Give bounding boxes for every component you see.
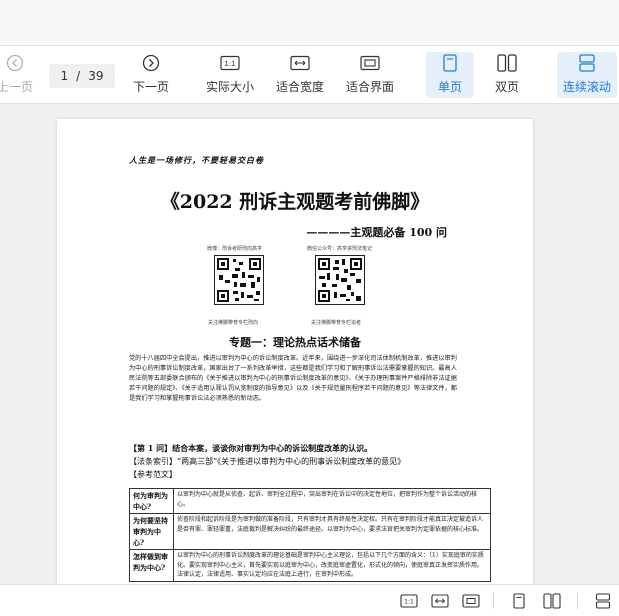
svg-text:1:1: 1:1 [404, 599, 414, 606]
reference-label: 【参考范文】 [129, 470, 177, 479]
status-fit-width-icon[interactable] [431, 593, 449, 609]
document-title: 《2022 刑诉主观题考前佛脚》 [160, 191, 430, 213]
intro-paragraph: 党的十八届四中全会提出，推进以审判为中心的诉讼制度改革。近年来，围绕进一步深化司… [129, 355, 457, 402]
question-1: 【第 1 问】结合本案，谈谈你对审判为中心的诉讼制度改革的认识。 [129, 443, 373, 453]
pdf-toolbar: 上一页 1 / 39 下一页 1:1 实际大小 适合宽度 适合界面 单页 双页 … [0, 46, 619, 104]
chevron-left-circle-icon [6, 52, 24, 74]
prev-page-button[interactable]: 上一页 [0, 52, 38, 98]
qr-code-right [315, 255, 365, 305]
actual-size-button[interactable]: 1:1 实际大小 [200, 52, 260, 98]
actual-size-icon: 1:1 [220, 52, 240, 74]
status-actual-size-icon[interactable]: 1:1 [400, 593, 418, 609]
single-page-icon [442, 52, 458, 74]
next-page-button[interactable]: 下一页 [128, 52, 174, 98]
qr-left-footer: 关注佛脚带育专栏刑向 [208, 320, 259, 326]
single-page-button[interactable]: 单页 [426, 52, 474, 98]
page-total: 39 [88, 69, 104, 83]
document-viewer[interactable]: 人生是一场修行，不要轻易交白卷 《2022 刑诉主观题考前佛脚》 ————主观题… [0, 105, 619, 584]
double-page-button[interactable]: 双页 [483, 52, 531, 98]
double-page-icon [497, 52, 517, 74]
actual-size-label: 实际大小 [205, 80, 254, 94]
document-page: 人生是一场修行，不要轻易交白卷 《2022 刑诉主观题考前佛脚》 ————主观题… [57, 119, 533, 584]
status-divider [577, 593, 578, 609]
continuous-scroll-button[interactable]: 连续滚动 [557, 52, 617, 98]
fit-width-button[interactable]: 适合宽度 [270, 52, 330, 98]
chevron-right-circle-icon [142, 52, 160, 74]
table-cell-answer: 以审判为中心的刑事诉讼制度改革的理论基础是审判中心主义理论，包括以下几个方面的含… [173, 549, 491, 582]
status-single-page-icon[interactable] [512, 593, 526, 609]
table-row: 为何要坚持审判为中心? 侦查阶段和起诉阶段是为审判做的准备阶段，只有审判才具有终… [129, 513, 491, 550]
qr-right-footer: 关注佛脚带育专栏追者 [311, 320, 362, 326]
continuous-scroll-icon [578, 52, 596, 74]
qr-left-caption: 微博：刑诉考研刑向高亨 [207, 246, 263, 252]
status-fit-page-icon[interactable] [462, 593, 480, 609]
svg-text:1:1: 1:1 [224, 60, 235, 68]
double-page-label: 双页 [494, 80, 519, 94]
fit-page-button[interactable]: 适合界面 [340, 52, 400, 98]
fit-width-label: 适合宽度 [275, 80, 324, 94]
single-page-label: 单页 [437, 80, 462, 94]
table-row: 何为审判为中心? 以审判为中心就是从侦查、起诉、审判全过程中，突出审判在诉讼中的… [129, 488, 491, 514]
reference-table: 何为审判为中心? 以审判为中心就是从侦查、起诉、审判全过程中，突出审判在诉讼中的… [129, 488, 491, 582]
prev-page-label: 上一页 [0, 80, 33, 94]
qr-right-caption: 微信公众号：高亨讲刑法笔记 [307, 246, 373, 252]
window-top-strip [0, 0, 619, 46]
table-cell-question: 何为审判为中心? [129, 488, 174, 514]
fit-page-icon [360, 52, 380, 74]
page-motto: 人生是一场修行，不要轻易交白卷 [129, 155, 264, 165]
law-index: 【法条索引】“两高三部”《关于推进以审判为中心的刑事诉讼制度改革的意见》 [129, 457, 406, 466]
table-cell-answer: 以审判为中心就是从侦查、起诉、审判全过程中，突出审判在诉讼中的决定性地位，把审判… [173, 488, 491, 514]
next-page-label: 下一页 [132, 80, 169, 94]
page-number-box[interactable]: 1 / 39 [49, 64, 115, 88]
page-separator: / [76, 69, 81, 83]
topic-heading: 专题一：理论热点话术储备 [229, 336, 361, 349]
table-cell-question: 怎样做到审判为中心? [129, 549, 174, 582]
status-bar: 1:1 [0, 584, 619, 616]
continuous-scroll-label: 连续滚动 [562, 80, 611, 94]
table-row: 怎样做到审判为中心? 以审判为中心的刑事诉讼制度改革的理论基础是审判中心主义理论… [129, 549, 491, 582]
table-cell-answer: 侦查阶段和起诉阶段是为审判做的准备阶段，只有审判才具有终局性决定权。只有在审判阶… [173, 513, 491, 550]
table-cell-question: 为何要坚持审判为中心? [129, 513, 174, 550]
fit-page-label: 适合界面 [345, 80, 394, 94]
qr-code-left [214, 255, 264, 305]
document-subtitle: ————主观题必备 100 问 [306, 226, 447, 239]
page-current[interactable]: 1 [61, 69, 69, 83]
status-continuous-scroll-icon[interactable] [594, 593, 612, 609]
status-divider [493, 593, 494, 609]
status-double-page-icon[interactable] [542, 593, 562, 609]
fit-width-icon [290, 52, 310, 74]
